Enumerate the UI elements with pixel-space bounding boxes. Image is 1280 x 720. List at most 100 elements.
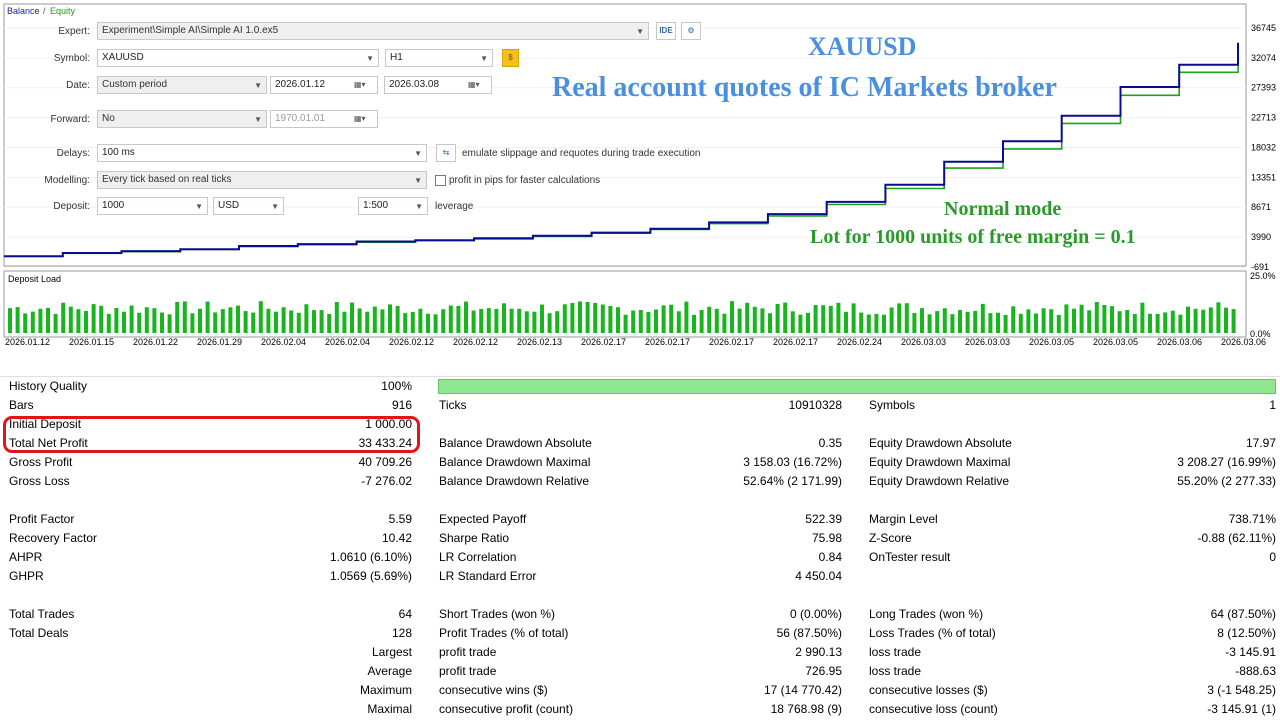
pips-checkbox[interactable] (435, 175, 446, 186)
deposit-load-bar (1110, 306, 1114, 333)
date-to-value: 2026.03.08 (389, 79, 440, 90)
equity-dd-abs-value: 17.97 (1245, 436, 1276, 450)
deposit-load-bar (106, 313, 111, 333)
largest-loss-value: -3 145.91 (1225, 645, 1276, 659)
sharpe-ratio-label: Sharpe Ratio (439, 531, 510, 545)
expert-select[interactable]: Experiment\Simple AI\Simple AI 1.0.ex5 ▼ (97, 22, 649, 40)
leverage-select[interactable]: 1:500 ▼ (358, 197, 428, 215)
deposit-load-bar (836, 302, 841, 333)
x-tick-label: 2026.02.12 (389, 337, 434, 347)
stats-row: Gross Loss -7 276.02 Balance Drawdown Re… (0, 472, 1280, 491)
chevron-down-icon: ▼ (636, 27, 644, 36)
stats-row: Maximal consecutive profit (count) 18 76… (0, 700, 1280, 719)
symbol-select[interactable]: XAUUSD ▼ (97, 49, 379, 67)
deposit-load-bar (532, 311, 537, 333)
deposit-load-bar (859, 312, 864, 333)
stats-row: Total Trades 64 Short Trades (won %) 0 (… (0, 605, 1280, 624)
timeframe-select[interactable]: H1 ▼ (385, 49, 493, 67)
deposit-load-bar (889, 307, 894, 333)
deposit-load-bar (486, 308, 491, 333)
modelling-select[interactable]: Every tick based on real ticks ▼ (97, 171, 427, 189)
maximum-profit-value: 17 (14 770.42) (763, 683, 842, 697)
deposit-load-bar (760, 308, 765, 333)
x-tick-label: 2026.01.12 (5, 337, 50, 347)
y-tick-label: 32074 (1251, 53, 1276, 63)
deposit-load-bar (547, 313, 552, 333)
deposit-load-bar (122, 311, 126, 333)
x-tick-label: 2026.02.12 (453, 337, 498, 347)
deposit-load-bar (205, 301, 210, 333)
deposit-select[interactable]: 1000 ▼ (97, 197, 208, 215)
deposit-load-bar (752, 306, 757, 333)
stats-row: GHPR 1.0569 (5.69%) LR Standard Error 4 … (0, 567, 1280, 586)
x-tick-label: 2026.01.29 (197, 337, 242, 347)
maximal-loss-label: consecutive loss (count) (869, 702, 998, 716)
deposit-load-bar (91, 304, 96, 333)
stats-row: History Quality 100% (0, 377, 1280, 396)
deposit-load-bar (996, 312, 1000, 333)
expert-value: Experiment\Simple AI\Simple AI 1.0.ex5 (102, 25, 279, 36)
total-trades-value: 64 (398, 607, 412, 621)
equity-dd-rel-label: Equity Drawdown Relative (869, 474, 1010, 488)
deposit-load-bar (312, 310, 316, 333)
deposit-load-bar (1132, 313, 1137, 333)
deposit-load-bar (623, 314, 628, 333)
delays-select[interactable]: 100 ms ▼ (97, 144, 427, 162)
date-mode-select[interactable]: Custom period ▼ (97, 76, 267, 94)
deposit-load-bar (973, 310, 978, 333)
forward-date-field[interactable]: 1970.01.01 ▦▾ (270, 110, 378, 128)
deposit-load-bar (433, 314, 438, 333)
average-loss-label: loss trade (869, 664, 922, 678)
ide-button[interactable]: IDE (656, 22, 676, 40)
deposit-load-bar (699, 310, 704, 333)
forward-select[interactable]: No ▼ (97, 110, 267, 128)
deposit-load-bar (1201, 309, 1206, 333)
deposit-load-bar (213, 312, 218, 333)
deposit-load-bar (958, 310, 962, 333)
largest-profit-label: profit trade (439, 645, 497, 659)
ghpr-label: GHPR (9, 569, 44, 583)
gear-button[interactable]: ⚙ (681, 22, 701, 40)
chevron-down-icon: ▼ (254, 115, 262, 124)
deposit-load-bar (15, 307, 20, 333)
modelling-label: Modelling: (44, 175, 90, 186)
stats-row: Total Deals 128 Profit Trades (% of tota… (0, 624, 1280, 643)
currency-select[interactable]: USD ▼ (213, 197, 284, 215)
deposit-load-bar (524, 311, 529, 333)
deposit-load-bar (1155, 314, 1160, 333)
profit-trades-label: Profit Trades (% of total) (439, 626, 569, 640)
deposit-load-bar (327, 313, 332, 333)
deposit-load-bar (616, 307, 620, 333)
deposit-load-bar (1193, 308, 1198, 333)
deposit-load-bar (296, 312, 301, 333)
total-trades-label: Total Trades (9, 607, 75, 621)
deposit-load-bar (175, 301, 180, 333)
currency-value: USD (218, 200, 240, 211)
y-tick-label: 36745 (1251, 23, 1276, 33)
slippage-settings-button[interactable]: ⇆ (436, 144, 456, 162)
chevron-down-icon: ▼ (415, 202, 423, 211)
balance-dd-rel-value: 52.64% (2 171.99) (743, 474, 842, 488)
average-profit-label: profit trade (439, 664, 497, 678)
average-loss-value: -888.63 (1235, 664, 1276, 678)
deposit-load-bar (68, 306, 73, 333)
symbol-spec-button[interactable]: $ (502, 49, 519, 67)
stats-row: Bars 916 Ticks 10910328 Symbols 1 (0, 396, 1280, 415)
gear-icon: ⚙ (687, 26, 695, 35)
annotation-mode: Normal mode (944, 198, 1062, 220)
date-to-field[interactable]: 2026.03.08 ▦▾ (384, 76, 492, 94)
ontester-value: 0 (1269, 550, 1276, 564)
dollar-icon: $ (508, 53, 513, 62)
maximum-label: Maximum (359, 683, 412, 697)
deposit-load-bar (357, 308, 362, 333)
equity-dd-max-value: 3 208.27 (16.99%) (1177, 455, 1276, 469)
x-tick-label: 2026.03.06 (1157, 337, 1202, 347)
load-tick-0: 0.0% (1250, 329, 1271, 339)
ahpr-label: AHPR (9, 550, 43, 564)
deposit-load-label: Deposit Load (8, 274, 61, 284)
date-from-field[interactable]: 2026.01.12 ▦▾ (270, 76, 378, 94)
x-tick-label: 2026.02.17 (645, 337, 690, 347)
x-tick-label: 2026.03.03 (901, 337, 946, 347)
deposit-load-bar (920, 308, 924, 333)
deposit-load-bar (502, 303, 506, 333)
